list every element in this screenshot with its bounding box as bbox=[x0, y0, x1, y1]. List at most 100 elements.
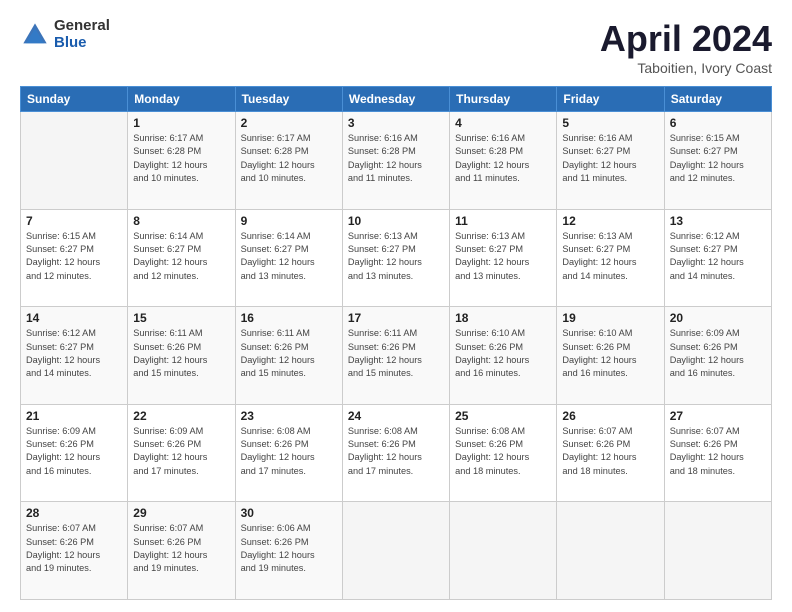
calendar-cell: 1 Sunrise: 6:17 AM Sunset: 6:28 PM Daylig… bbox=[128, 112, 235, 210]
day-info: Sunrise: 6:13 AM Sunset: 6:27 PM Dayligh… bbox=[348, 230, 444, 283]
day-info: Sunrise: 6:09 AM Sunset: 6:26 PM Dayligh… bbox=[133, 425, 229, 478]
calendar-cell: 28Sunrise: 6:07 AM Sunset: 6:26 PM Dayli… bbox=[21, 502, 128, 600]
calendar-cell bbox=[557, 502, 664, 600]
day-info: Sunrise: 6:10 AM Sunset: 6:26 PM Dayligh… bbox=[455, 327, 551, 380]
calendar-cell: 26 Sunrise: 6:07 AM Sunset: 6:26 PM Dayli… bbox=[557, 404, 664, 502]
day-of-week-header: Friday bbox=[557, 87, 664, 112]
month-title: April 2024 bbox=[600, 18, 772, 60]
day-info: Sunrise: 6:13 AM Sunset: 6:27 PM Dayligh… bbox=[562, 230, 658, 283]
day-number: 29 bbox=[133, 506, 229, 520]
day-info: Sunrise: 6:06 AM Sunset: 6:26 PM Dayligh… bbox=[241, 522, 337, 575]
day-info: Sunrise: 6:11 AM Sunset: 6:26 PM Dayligh… bbox=[348, 327, 444, 380]
calendar-body: 1 Sunrise: 6:17 AM Sunset: 6:28 PM Daylig… bbox=[21, 112, 772, 600]
calendar-cell: 17 Sunrise: 6:11 AM Sunset: 6:26 PM Dayli… bbox=[342, 307, 449, 405]
day-info: Sunrise: 6:07 AM Sunset: 6:26 PM Dayligh… bbox=[133, 522, 229, 575]
day-number: 30 bbox=[241, 506, 337, 520]
day-number: 20 bbox=[670, 311, 766, 325]
day-info: Sunrise: 6:08 AM Sunset: 6:26 PM Dayligh… bbox=[348, 425, 444, 478]
day-number: 22 bbox=[133, 409, 229, 423]
day-number: 1 bbox=[133, 116, 229, 130]
logo-text: General Blue bbox=[54, 18, 110, 51]
calendar-cell: 14Sunrise: 6:12 AM Sunset: 6:27 PM Dayli… bbox=[21, 307, 128, 405]
calendar-cell: 15Sunrise: 6:11 AM Sunset: 6:26 PM Dayli… bbox=[128, 307, 235, 405]
day-info: Sunrise: 6:11 AM Sunset: 6:26 PM Dayligh… bbox=[133, 327, 229, 380]
day-info: Sunrise: 6:17 AM Sunset: 6:28 PM Dayligh… bbox=[133, 132, 229, 185]
day-info: Sunrise: 6:11 AM Sunset: 6:26 PM Dayligh… bbox=[241, 327, 337, 380]
calendar-cell: 27Sunrise: 6:07 AM Sunset: 6:26 PM Dayli… bbox=[664, 404, 771, 502]
calendar-cell: 7 Sunrise: 6:15 AM Sunset: 6:27 PM Daylig… bbox=[21, 209, 128, 307]
calendar-cell: 19Sunrise: 6:10 AM Sunset: 6:26 PM Dayli… bbox=[557, 307, 664, 405]
calendar-cell: 5 Sunrise: 6:16 AM Sunset: 6:27 PM Daylig… bbox=[557, 112, 664, 210]
day-number: 14 bbox=[26, 311, 122, 325]
calendar-cell bbox=[21, 112, 128, 210]
day-info: Sunrise: 6:08 AM Sunset: 6:26 PM Dayligh… bbox=[241, 425, 337, 478]
day-number: 12 bbox=[562, 214, 658, 228]
calendar-cell: 18 Sunrise: 6:10 AM Sunset: 6:26 PM Dayli… bbox=[450, 307, 557, 405]
day-info: Sunrise: 6:15 AM Sunset: 6:27 PM Dayligh… bbox=[670, 132, 766, 185]
day-of-week-header: Wednesday bbox=[342, 87, 449, 112]
calendar-week-row: 21 Sunrise: 6:09 AM Sunset: 6:26 PM Dayli… bbox=[21, 404, 772, 502]
calendar-table: SundayMondayTuesdayWednesdayThursdayFrid… bbox=[20, 86, 772, 600]
day-number: 19 bbox=[562, 311, 658, 325]
calendar-cell bbox=[342, 502, 449, 600]
calendar-cell: 30 Sunrise: 6:06 AM Sunset: 6:26 PM Dayli… bbox=[235, 502, 342, 600]
calendar-cell: 4 Sunrise: 6:16 AM Sunset: 6:28 PM Daylig… bbox=[450, 112, 557, 210]
logo-blue-text: Blue bbox=[54, 35, 110, 52]
day-number: 18 bbox=[455, 311, 551, 325]
day-number: 9 bbox=[241, 214, 337, 228]
day-number: 11 bbox=[455, 214, 551, 228]
calendar-header: SundayMondayTuesdayWednesdayThursdayFrid… bbox=[21, 87, 772, 112]
days-of-week-row: SundayMondayTuesdayWednesdayThursdayFrid… bbox=[21, 87, 772, 112]
day-number: 2 bbox=[241, 116, 337, 130]
day-of-week-header: Monday bbox=[128, 87, 235, 112]
calendar-cell bbox=[664, 502, 771, 600]
calendar-cell: 6Sunrise: 6:15 AM Sunset: 6:27 PM Daylig… bbox=[664, 112, 771, 210]
day-number: 17 bbox=[348, 311, 444, 325]
calendar-cell: 29 Sunrise: 6:07 AM Sunset: 6:26 PM Dayli… bbox=[128, 502, 235, 600]
day-info: Sunrise: 6:07 AM Sunset: 6:26 PM Dayligh… bbox=[562, 425, 658, 478]
calendar-cell: 21 Sunrise: 6:09 AM Sunset: 6:26 PM Dayli… bbox=[21, 404, 128, 502]
day-number: 10 bbox=[348, 214, 444, 228]
calendar-cell: 20 Sunrise: 6:09 AM Sunset: 6:26 PM Dayli… bbox=[664, 307, 771, 405]
logo-general-text: General bbox=[54, 18, 110, 35]
calendar-cell: 12 Sunrise: 6:13 AM Sunset: 6:27 PM Dayli… bbox=[557, 209, 664, 307]
day-number: 21 bbox=[26, 409, 122, 423]
calendar-cell bbox=[450, 502, 557, 600]
day-number: 23 bbox=[241, 409, 337, 423]
day-number: 16 bbox=[241, 311, 337, 325]
calendar-cell: 9Sunrise: 6:14 AM Sunset: 6:27 PM Daylig… bbox=[235, 209, 342, 307]
day-info: Sunrise: 6:16 AM Sunset: 6:27 PM Dayligh… bbox=[562, 132, 658, 185]
day-info: Sunrise: 6:16 AM Sunset: 6:28 PM Dayligh… bbox=[348, 132, 444, 185]
day-info: Sunrise: 6:09 AM Sunset: 6:26 PM Dayligh… bbox=[670, 327, 766, 380]
calendar-cell: 13Sunrise: 6:12 AM Sunset: 6:27 PM Dayli… bbox=[664, 209, 771, 307]
calendar-week-row: 7 Sunrise: 6:15 AM Sunset: 6:27 PM Daylig… bbox=[21, 209, 772, 307]
calendar-cell: 25Sunrise: 6:08 AM Sunset: 6:26 PM Dayli… bbox=[450, 404, 557, 502]
header: General Blue April 2024 Taboitien, Ivory… bbox=[20, 18, 772, 76]
calendar-week-row: 14Sunrise: 6:12 AM Sunset: 6:27 PM Dayli… bbox=[21, 307, 772, 405]
day-info: Sunrise: 6:09 AM Sunset: 6:26 PM Dayligh… bbox=[26, 425, 122, 478]
day-info: Sunrise: 6:15 AM Sunset: 6:27 PM Dayligh… bbox=[26, 230, 122, 283]
day-info: Sunrise: 6:13 AM Sunset: 6:27 PM Dayligh… bbox=[455, 230, 551, 283]
calendar-cell: 3Sunrise: 6:16 AM Sunset: 6:28 PM Daylig… bbox=[342, 112, 449, 210]
calendar-cell: 22 Sunrise: 6:09 AM Sunset: 6:26 PM Dayli… bbox=[128, 404, 235, 502]
location-subtitle: Taboitien, Ivory Coast bbox=[600, 60, 772, 76]
calendar-cell: 16 Sunrise: 6:11 AM Sunset: 6:26 PM Dayli… bbox=[235, 307, 342, 405]
page: General Blue April 2024 Taboitien, Ivory… bbox=[0, 0, 792, 612]
day-number: 4 bbox=[455, 116, 551, 130]
day-number: 26 bbox=[562, 409, 658, 423]
day-info: Sunrise: 6:16 AM Sunset: 6:28 PM Dayligh… bbox=[455, 132, 551, 185]
day-of-week-header: Thursday bbox=[450, 87, 557, 112]
title-area: April 2024 Taboitien, Ivory Coast bbox=[600, 18, 772, 76]
day-of-week-header: Tuesday bbox=[235, 87, 342, 112]
day-info: Sunrise: 6:17 AM Sunset: 6:28 PM Dayligh… bbox=[241, 132, 337, 185]
calendar-cell: 10 Sunrise: 6:13 AM Sunset: 6:27 PM Dayli… bbox=[342, 209, 449, 307]
day-number: 24 bbox=[348, 409, 444, 423]
logo: General Blue bbox=[20, 18, 110, 51]
day-of-week-header: Sunday bbox=[21, 87, 128, 112]
day-number: 5 bbox=[562, 116, 658, 130]
calendar-cell: 24 Sunrise: 6:08 AM Sunset: 6:26 PM Dayli… bbox=[342, 404, 449, 502]
day-info: Sunrise: 6:07 AM Sunset: 6:26 PM Dayligh… bbox=[26, 522, 122, 575]
day-info: Sunrise: 6:14 AM Sunset: 6:27 PM Dayligh… bbox=[133, 230, 229, 283]
day-number: 25 bbox=[455, 409, 551, 423]
day-number: 7 bbox=[26, 214, 122, 228]
